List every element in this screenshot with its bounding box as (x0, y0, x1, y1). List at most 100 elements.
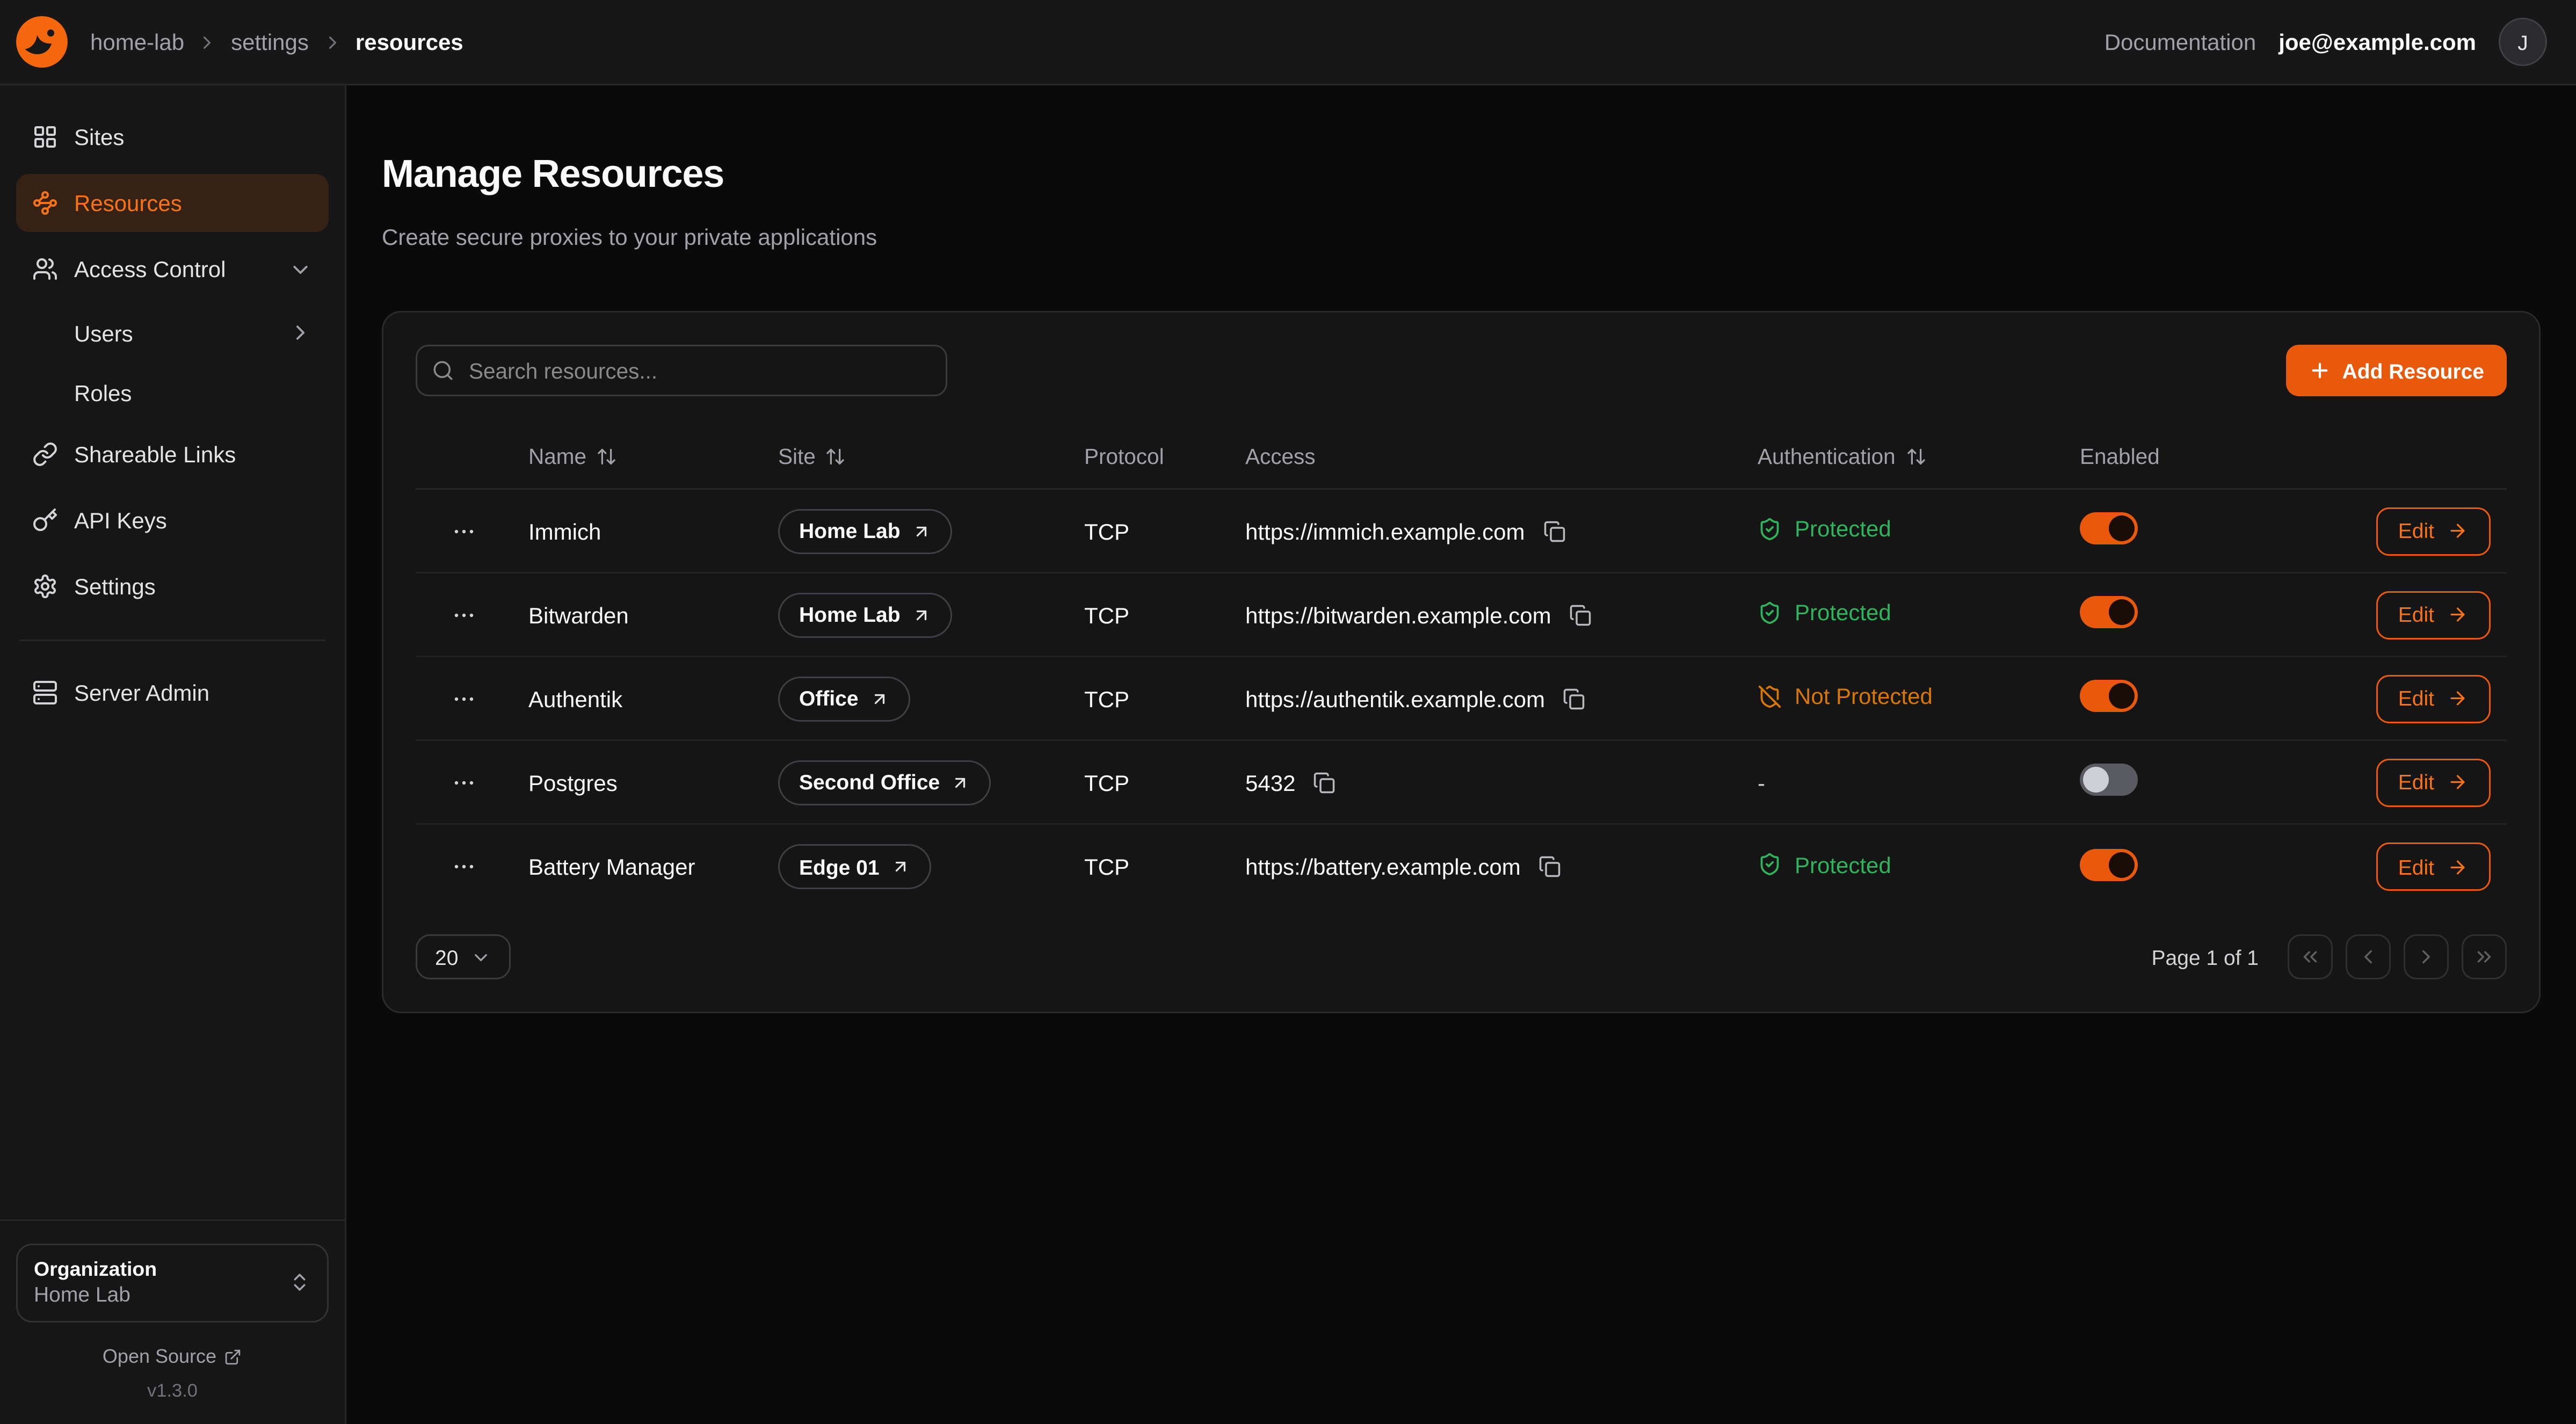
chevrons-left-icon (2299, 946, 2321, 968)
link-icon (32, 441, 58, 467)
edit-button[interactable]: Edit (2376, 674, 2491, 723)
auth-status: - (1758, 769, 1765, 795)
server-icon (32, 680, 58, 706)
enabled-toggle[interactable] (2080, 596, 2138, 628)
auth-status: Protected (1758, 852, 1891, 878)
table-row: Postgres Second Office TCP 5432 - Edit (416, 741, 2507, 825)
previous-page-button[interactable] (2346, 934, 2391, 979)
site-link[interactable]: Home Lab (778, 508, 952, 554)
sidebar-item-server-admin[interactable]: Server Admin (16, 664, 329, 722)
resource-name: Immich (528, 518, 778, 544)
copy-icon (1543, 520, 1565, 542)
sidebar-item-resources[interactable]: Resources (16, 174, 329, 232)
copy-button[interactable] (1566, 600, 1595, 629)
auth-label: Protected (1795, 516, 1891, 542)
pagination: Page 1 of 1 (2152, 934, 2507, 979)
site-name: Home Lab (799, 519, 901, 543)
page-size-value: 20 (435, 945, 458, 969)
header-name[interactable]: Name (528, 445, 778, 469)
resource-name: Bitwarden (528, 602, 778, 628)
edit-button[interactable]: Edit (2376, 842, 2491, 891)
ellipsis-icon (451, 686, 477, 711)
search-icon (432, 359, 454, 382)
sidebar-item-shareable-links[interactable]: Shareable Links (16, 425, 329, 483)
user-email[interactable]: joe@example.com (2279, 29, 2476, 55)
access-url: https://bitwarden.example.com (1245, 602, 1551, 628)
avatar[interactable]: J (2499, 18, 2547, 66)
arrow-right-icon (2447, 520, 2468, 541)
auth-label: - (1758, 769, 1765, 795)
copy-icon (1563, 687, 1585, 710)
sidebar-divider (19, 640, 325, 641)
site-link[interactable]: Edge 01 (778, 844, 931, 889)
ellipsis-icon (451, 854, 477, 880)
copy-button[interactable] (1559, 684, 1588, 713)
resources-card: Add Resource Name Site (382, 311, 2541, 1013)
enabled-toggle[interactable] (2080, 680, 2138, 712)
enabled-toggle[interactable] (2080, 512, 2138, 544)
sidebar-item-settings[interactable]: Settings (16, 557, 329, 615)
copy-button[interactable] (1540, 517, 1569, 546)
copy-icon (1569, 604, 1592, 626)
enabled-toggle[interactable] (2080, 764, 2138, 796)
row-actions-button[interactable] (445, 595, 483, 634)
edit-button[interactable]: Edit (2376, 758, 2491, 807)
organization-text: Organization Home Lab (34, 1256, 288, 1310)
open-source-link[interactable]: Open Source (103, 1345, 242, 1368)
page-subtitle: Create secure proxies to your private ap… (382, 224, 2541, 250)
site-link[interactable]: Office (778, 676, 910, 721)
add-resource-button[interactable]: Add Resource (2286, 345, 2507, 396)
header-authentication[interactable]: Authentication (1758, 445, 2080, 469)
site-link[interactable]: Second Office (778, 760, 991, 805)
shield-off-icon (1758, 685, 1782, 709)
row-actions-button[interactable] (445, 847, 483, 886)
search-box (416, 345, 947, 396)
last-page-button[interactable] (2462, 934, 2507, 979)
sidebar-item-roles[interactable]: Roles (16, 366, 329, 419)
breadcrumb-org[interactable]: home-lab (90, 29, 184, 55)
site-link[interactable]: Home Lab (778, 592, 952, 637)
edit-button[interactable]: Edit (2376, 507, 2491, 555)
sidebar-item-api-keys[interactable]: API Keys (16, 491, 329, 549)
edit-label: Edit (2398, 519, 2434, 543)
app-window: home-lab settings resources Documentatio… (0, 0, 2576, 1424)
auth-label: Not Protected (1795, 684, 1933, 709)
sidebar-item-access-control[interactable]: Access Control (16, 240, 329, 298)
search-input[interactable] (416, 345, 947, 396)
breadcrumb-settings[interactable]: settings (231, 29, 309, 55)
first-page-button[interactable] (2288, 934, 2333, 979)
arrow-right-icon (2447, 688, 2468, 709)
copy-button[interactable] (1310, 768, 1339, 797)
sidebar-bottom: Organization Home Lab Open Source v1.3.0 (0, 1219, 345, 1401)
header-site[interactable]: Site (778, 445, 1084, 469)
enabled-toggle[interactable] (2080, 848, 2138, 881)
row-actions-button[interactable] (445, 512, 483, 550)
sidebar-item-label: Settings (74, 573, 156, 599)
protocol: TCP (1084, 518, 1245, 544)
chevron-right-icon (197, 32, 218, 53)
organization-selector[interactable]: Organization Home Lab (16, 1244, 329, 1323)
sidebar-item-sites[interactable]: Sites (16, 108, 329, 166)
sidebar-item-label: Access Control (74, 256, 226, 282)
logo-icon (16, 16, 68, 68)
app-logo[interactable] (16, 16, 68, 68)
page-title: Manage Resources (382, 153, 2541, 198)
chevron-right-icon (288, 321, 313, 345)
table-row: Bitwarden Home Lab TCP https://bitwarden… (416, 573, 2507, 657)
sort-icon (825, 446, 846, 467)
documentation-link[interactable]: Documentation (2105, 29, 2256, 55)
edit-label: Edit (2398, 855, 2434, 879)
edit-button[interactable]: Edit (2376, 591, 2491, 639)
sidebar-item-label: Server Admin (74, 680, 209, 706)
page-size-select[interactable]: 20 (416, 934, 511, 979)
open-source-label: Open Source (103, 1345, 216, 1368)
copy-button[interactable] (1535, 852, 1564, 881)
arrow-up-right-icon (912, 521, 931, 541)
row-actions-button[interactable] (445, 763, 483, 802)
card-toolbar: Add Resource (416, 345, 2507, 396)
next-page-button[interactable] (2404, 934, 2449, 979)
topbar: home-lab settings resources Documentatio… (0, 0, 2576, 85)
row-actions-button[interactable] (445, 679, 483, 718)
sidebar-item-users[interactable]: Users (16, 306, 329, 359)
resources-table: Name Site Protocol Access (416, 425, 2507, 909)
